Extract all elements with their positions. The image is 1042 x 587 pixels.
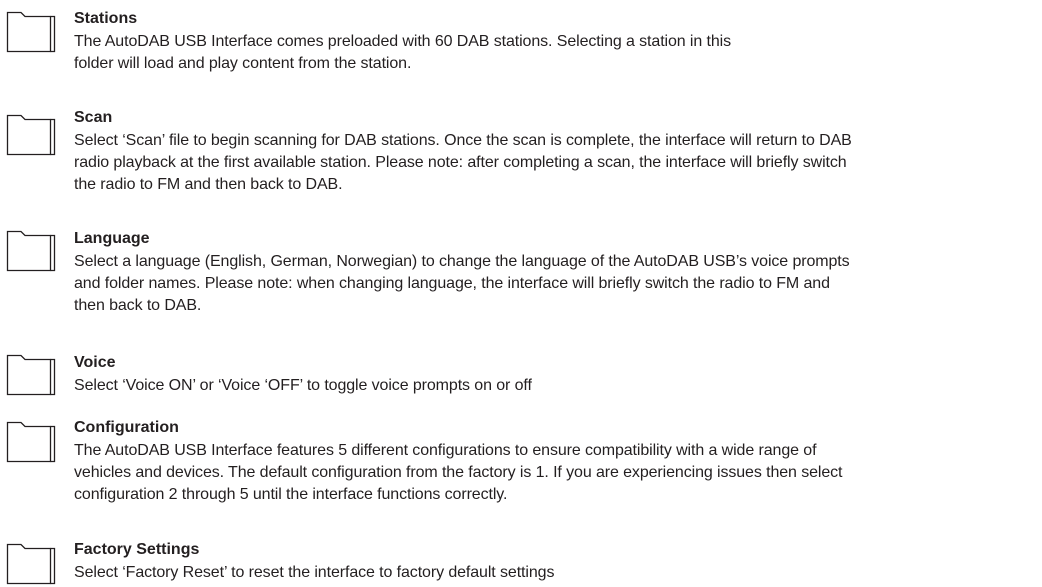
section-description: Select a language (English, German, Norw… xyxy=(74,251,1034,317)
description-line: vehicles and devices. The default config… xyxy=(74,464,843,481)
folder-icon xyxy=(6,230,56,272)
section-title: Scan xyxy=(74,109,113,126)
description-line: the radio to FM and then back to DAB. xyxy=(74,176,343,193)
section-description: Select ‘Factory Reset’ to reset the inte… xyxy=(74,562,1034,584)
section-description: The AutoDAB USB Interface comes preloade… xyxy=(74,31,1034,75)
description-line: The AutoDAB USB Interface comes preloade… xyxy=(74,33,732,50)
section-title: Configuration xyxy=(74,419,179,436)
description-line: The AutoDAB USB Interface features 5 dif… xyxy=(74,442,817,459)
description-line: and folder names. Please note: when chan… xyxy=(74,275,830,292)
section-title: Factory Settings xyxy=(74,541,200,558)
description-line: folder will load and play content from t… xyxy=(74,55,412,72)
section-description: Select ‘Scan’ file to begin scanning for… xyxy=(74,130,1034,196)
description-line: Select a language (English, German, Norw… xyxy=(74,253,850,270)
description-line: Select ‘Voice ON’ or ‘Voice ‘OFF’ to tog… xyxy=(74,377,532,394)
section-description: The AutoDAB USB Interface features 5 dif… xyxy=(74,440,1034,506)
description-line: configuration 2 through 5 until the inte… xyxy=(74,486,508,503)
section-title: Voice xyxy=(74,354,116,371)
folder-icon xyxy=(6,354,56,396)
section-title: Stations xyxy=(74,10,138,27)
description-line: radio playback at the first available st… xyxy=(74,154,847,171)
section-title: Language xyxy=(74,230,150,247)
folder-icon xyxy=(6,421,56,463)
folder-icon xyxy=(6,543,56,585)
section-description: Select ‘Voice ON’ or ‘Voice ‘OFF’ to tog… xyxy=(74,375,1034,397)
description-line: then back to DAB. xyxy=(74,297,202,314)
folder-icon xyxy=(6,114,56,156)
description-line: Select ‘Scan’ file to begin scanning for… xyxy=(74,132,852,149)
folder-icon xyxy=(6,11,56,53)
description-line: Select ‘Factory Reset’ to reset the inte… xyxy=(74,564,555,581)
